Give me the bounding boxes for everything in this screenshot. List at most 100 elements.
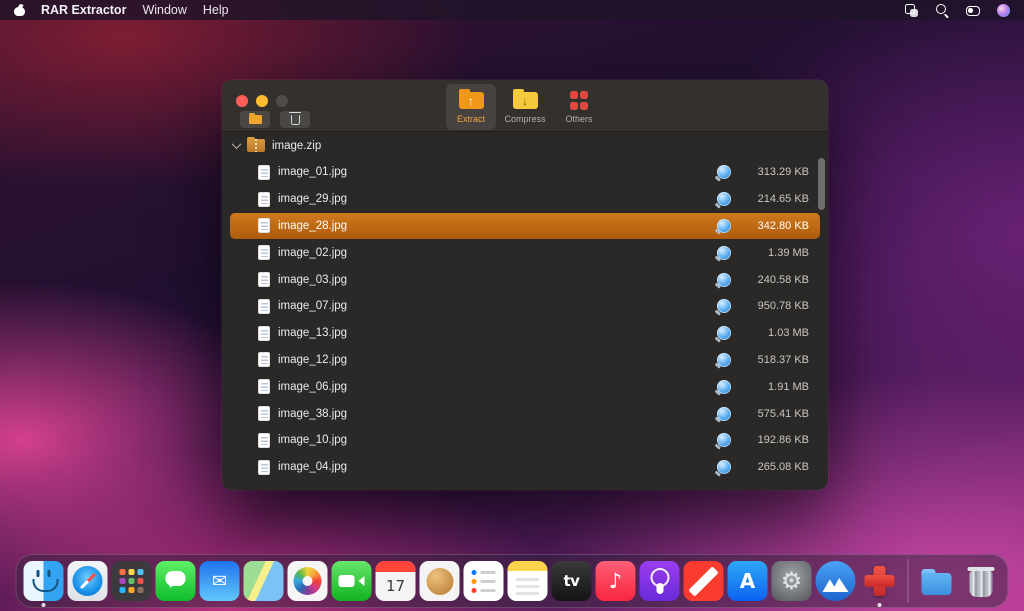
document-icon xyxy=(258,352,270,367)
siri-icon[interactable] xyxy=(997,4,1010,17)
dock-tv-icon[interactable]: tv xyxy=(552,561,592,601)
tab-label: Extract xyxy=(457,114,485,124)
trash-icon xyxy=(291,115,300,125)
document-icon xyxy=(258,460,270,475)
file-list-area: image.zip image_01.jpg 313.29 KB image_2… xyxy=(222,132,828,490)
disclosure-chevron-icon[interactable] xyxy=(232,139,242,149)
dock-mail-icon[interactable]: ✉ xyxy=(200,561,240,601)
dock-system-settings-icon[interactable]: ⚙ xyxy=(772,561,812,601)
tab-label: Others xyxy=(565,114,592,124)
shortcuts-icon[interactable] xyxy=(904,3,918,17)
apple-menu-icon[interactable] xyxy=(14,4,25,16)
archive-row[interactable]: image.zip xyxy=(222,132,828,159)
image_01.jpg[interactable]: image_01.jpg 313.29 KB xyxy=(230,159,820,186)
image_03.jpg[interactable]: image_03.jpg 240.58 KB xyxy=(230,266,820,293)
close-button[interactable] xyxy=(236,95,248,107)
document-icon xyxy=(258,192,270,207)
quicklook-magnifier-icon[interactable] xyxy=(717,192,731,206)
dock-appstore-icon[interactable]: A xyxy=(728,561,768,601)
file-name: image_07.jpg xyxy=(278,300,347,312)
quick-actions xyxy=(240,111,310,128)
file-name: image_06.jpg xyxy=(278,381,347,393)
menubar-app-name[interactable]: RAR Extractor xyxy=(41,3,126,17)
image_12.jpg[interactable]: image_12.jpg 518.37 KB xyxy=(230,347,820,374)
file-size: 342.80 KB xyxy=(739,220,809,232)
toolbar-tabs: Extract Compress Others xyxy=(446,84,604,130)
menubar-status-area xyxy=(904,3,1010,17)
dock-icon-glyph: A xyxy=(740,569,755,593)
running-indicator xyxy=(878,603,882,607)
image_10.jpg[interactable]: image_10.jpg 192.86 KB xyxy=(230,427,820,454)
tab-icon xyxy=(570,91,589,111)
image_13.jpg[interactable]: image_13.jpg 1.03 MB xyxy=(230,320,820,347)
dock-messages-icon[interactable] xyxy=(156,561,196,601)
dock-photos-icon[interactable] xyxy=(288,561,328,601)
image_02.jpg[interactable]: image_02.jpg 1.39 MB xyxy=(230,239,820,266)
zoom-button[interactable] xyxy=(276,95,288,107)
dock-downloads-folder-icon[interactable] xyxy=(917,561,957,601)
dock-maps-icon[interactable] xyxy=(244,561,284,601)
tab-others[interactable]: Others xyxy=(554,84,604,130)
dock-news-icon[interactable] xyxy=(684,561,724,601)
image_07.jpg[interactable]: image_07.jpg 950.78 KB xyxy=(230,293,820,320)
document-icon xyxy=(258,326,270,341)
tab-label: Compress xyxy=(504,114,545,124)
dock-rar-extractor-icon[interactable] xyxy=(860,561,900,601)
open-folder-button[interactable] xyxy=(240,111,270,128)
file-size: 575.41 KB xyxy=(739,408,809,420)
dock-blue-mountain-app-icon[interactable] xyxy=(816,561,856,601)
minimize-button[interactable] xyxy=(256,95,268,107)
desktop-wallpaper: RAR Extractor Window Help Extract xyxy=(0,0,1024,611)
file-name: image_10.jpg xyxy=(278,434,347,446)
dock-icon-glyph: ⚙ xyxy=(781,567,803,595)
quicklook-magnifier-icon[interactable] xyxy=(717,326,731,340)
dock-reminders-icon[interactable] xyxy=(464,561,504,601)
quicklook-magnifier-icon[interactable] xyxy=(717,299,731,313)
delete-button[interactable] xyxy=(280,111,310,128)
image_06.jpg[interactable]: image_06.jpg 1.91 MB xyxy=(230,373,820,400)
image_38.jpg[interactable]: image_38.jpg 575.41 KB xyxy=(230,400,820,427)
dock-music-icon[interactable]: ♪ xyxy=(596,561,636,601)
file-size: 1.91 MB xyxy=(739,381,809,393)
dock-podcasts-icon[interactable] xyxy=(640,561,680,601)
folder-icon xyxy=(249,115,262,124)
quicklook-magnifier-icon[interactable] xyxy=(717,407,731,421)
quicklook-magnifier-icon[interactable] xyxy=(717,219,731,233)
control-center-icon[interactable] xyxy=(966,6,980,16)
dock-facetime-icon[interactable] xyxy=(332,561,372,601)
file-name: image_03.jpg xyxy=(278,274,347,286)
dock-icon-glyph: 17 xyxy=(386,577,405,595)
image_04.jpg[interactable]: image_04.jpg 265.08 KB xyxy=(230,454,820,481)
quicklook-magnifier-icon[interactable] xyxy=(717,246,731,260)
folder-arrow-icon xyxy=(513,92,538,109)
file-size: 1.39 MB xyxy=(739,247,809,259)
tab-compress[interactable]: Compress xyxy=(500,84,550,130)
spotlight-search-icon[interactable] xyxy=(935,3,949,17)
document-icon xyxy=(258,272,270,287)
quicklook-magnifier-icon[interactable] xyxy=(717,165,731,179)
dock-calendar-icon[interactable]: 17 xyxy=(376,561,416,601)
tab-extract[interactable]: Extract xyxy=(446,84,496,130)
dock-finder-icon[interactable] xyxy=(24,561,64,601)
document-icon xyxy=(258,299,270,314)
dock-launchpad-icon[interactable] xyxy=(112,561,152,601)
quicklook-magnifier-icon[interactable] xyxy=(717,353,731,367)
dock-icon-glyph: ♪ xyxy=(609,569,622,593)
quicklook-magnifier-icon[interactable] xyxy=(717,380,731,394)
file-size: 240.58 KB xyxy=(739,274,809,286)
window-titlebar: Extract Compress Others xyxy=(222,80,828,132)
menubar-menu-item[interactable]: Window xyxy=(142,3,186,17)
scrollbar-thumb[interactable] xyxy=(818,158,825,210)
dock-contacts-icon[interactable] xyxy=(420,561,460,601)
dock-safari-icon[interactable] xyxy=(68,561,108,601)
dock-trash-icon[interactable] xyxy=(961,561,1001,601)
image_28.jpg[interactable]: image_28.jpg 342.80 KB xyxy=(230,213,820,240)
file-name: image_12.jpg xyxy=(278,354,347,366)
quicklook-magnifier-icon[interactable] xyxy=(717,273,731,287)
image_29.jpg[interactable]: image_29.jpg 214.65 KB xyxy=(230,186,820,213)
menubar-menu-item[interactable]: Help xyxy=(203,3,229,17)
quicklook-magnifier-icon[interactable] xyxy=(717,433,731,447)
dock-notes-icon[interactable] xyxy=(508,561,548,601)
quicklook-magnifier-icon[interactable] xyxy=(717,460,731,474)
file-rows: image_01.jpg 313.29 KB image_29.jpg 214.… xyxy=(222,159,828,481)
